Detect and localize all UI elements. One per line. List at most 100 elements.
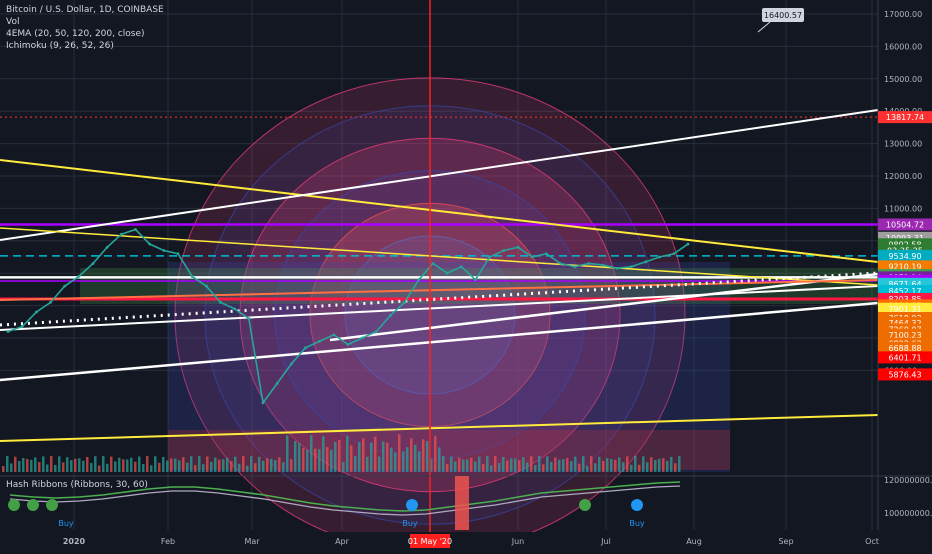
volume-bar <box>290 459 293 472</box>
price-point <box>148 242 152 246</box>
price-point <box>162 249 166 252</box>
hash-ribbons-title: Hash Ribbons (Ribbons, 30, 60) <box>6 480 148 490</box>
volume-bar <box>586 465 589 472</box>
volume-bar <box>402 451 405 472</box>
volume-bar <box>110 456 113 472</box>
volume-bar <box>54 464 57 472</box>
price-label: 6401.71 <box>888 353 921 362</box>
x-tick-label: Mar <box>244 537 260 546</box>
volume-bar <box>198 456 201 472</box>
volume-bar <box>190 456 193 472</box>
x-tick-label: Jun <box>511 537 525 546</box>
volume-bar <box>478 456 481 472</box>
x-tick-label: Feb <box>161 537 175 546</box>
volume-bar <box>14 456 17 472</box>
price-point <box>105 245 109 249</box>
volume-bar <box>66 457 69 472</box>
volume-bar <box>322 436 325 472</box>
volume-bar <box>442 456 445 472</box>
volume-bar <box>106 463 109 472</box>
price-label: 13817.74 <box>886 113 924 122</box>
volume-bar <box>474 461 477 472</box>
price-point <box>474 278 477 282</box>
volume-bar <box>266 458 269 472</box>
x-tick-label: Oct <box>865 537 879 546</box>
volume-bar <box>498 462 501 472</box>
price-point <box>289 362 293 366</box>
volume-bar <box>434 435 437 472</box>
signal-dot <box>8 499 20 511</box>
ema-indicator-label[interactable]: 4EMA (20, 50, 120, 200, close) <box>6 28 164 40</box>
volume-bar <box>50 456 53 472</box>
price-point <box>190 275 194 278</box>
symbol-title[interactable]: Bitcoin / U.S. Dollar, 1D, COINBASE <box>6 4 164 16</box>
price-chart[interactable]: Hash Ribbons (Ribbons, 30, 60) Buy Buy Buy 1… <box>0 0 932 553</box>
price-point <box>233 307 237 311</box>
volume-bar <box>286 435 289 472</box>
volume-bar <box>282 462 285 472</box>
volume-bar <box>426 440 429 472</box>
volume-bar <box>386 442 389 472</box>
volume-bar <box>626 456 629 472</box>
volume-bar <box>270 458 273 472</box>
volume-bar <box>470 457 473 472</box>
volume-bar <box>146 456 149 472</box>
volume-bar <box>602 460 605 472</box>
price-point <box>332 333 336 337</box>
price-point <box>176 252 180 256</box>
x-tick-label: Aug <box>686 537 702 546</box>
callout-text: 16400.57 <box>764 11 802 20</box>
price-point <box>346 343 350 346</box>
price-point <box>219 300 222 304</box>
sub-axis-label: 100000000.00 <box>884 509 932 518</box>
volume-bar <box>274 460 277 472</box>
volume-bar <box>114 461 117 472</box>
vol-indicator-label[interactable]: Vol <box>6 16 164 28</box>
volume-bar <box>62 462 65 472</box>
volume-bar <box>306 449 309 472</box>
signal-dot <box>631 499 643 511</box>
volume-bar <box>86 456 89 472</box>
price-point <box>77 275 81 278</box>
price-point <box>686 242 690 246</box>
volume-bar <box>622 462 625 472</box>
volume-bar <box>534 465 537 472</box>
ichimoku-indicator-label[interactable]: Ichimoku (9, 26, 52, 26) <box>6 40 164 52</box>
y-tick-label: 13000.00 <box>884 140 922 149</box>
chart-stage[interactable]: Hash Ribbons (Ribbons, 30, 60) Buy Buy Buy 1… <box>0 0 932 553</box>
volume-bar <box>294 441 297 472</box>
volume-bar <box>458 457 461 472</box>
volume-bar <box>202 464 205 472</box>
signal-dot <box>27 499 39 511</box>
volume-bar <box>126 459 129 472</box>
volume-bar <box>226 457 229 472</box>
volume-bar <box>614 459 617 472</box>
volume-bar <box>662 458 665 472</box>
price-point <box>559 262 562 265</box>
volume-bar <box>378 456 381 472</box>
volume-bar <box>142 464 145 472</box>
volume-bar <box>514 458 517 472</box>
volume-bar <box>374 436 377 472</box>
volume-bar <box>518 460 521 472</box>
price-point <box>91 262 95 265</box>
volume-bar <box>450 456 453 472</box>
volume-bar <box>206 456 209 472</box>
volume-bar <box>150 465 153 472</box>
price-point <box>247 317 251 320</box>
price-point <box>403 300 407 304</box>
volume-bar <box>230 461 233 472</box>
price-point <box>204 284 208 288</box>
buy-label: Buy <box>58 519 74 528</box>
volume-bar <box>506 460 509 472</box>
volume-bar <box>154 456 157 472</box>
volume-bar <box>658 458 661 472</box>
volume-bar <box>118 457 121 472</box>
price-point <box>275 381 279 385</box>
volume-bar <box>582 456 585 472</box>
y-tick-label: 15000.00 <box>884 75 922 84</box>
volume-bar <box>674 463 677 472</box>
price-point <box>672 252 676 256</box>
volume-bar <box>358 442 361 472</box>
volume-bar <box>278 457 281 472</box>
